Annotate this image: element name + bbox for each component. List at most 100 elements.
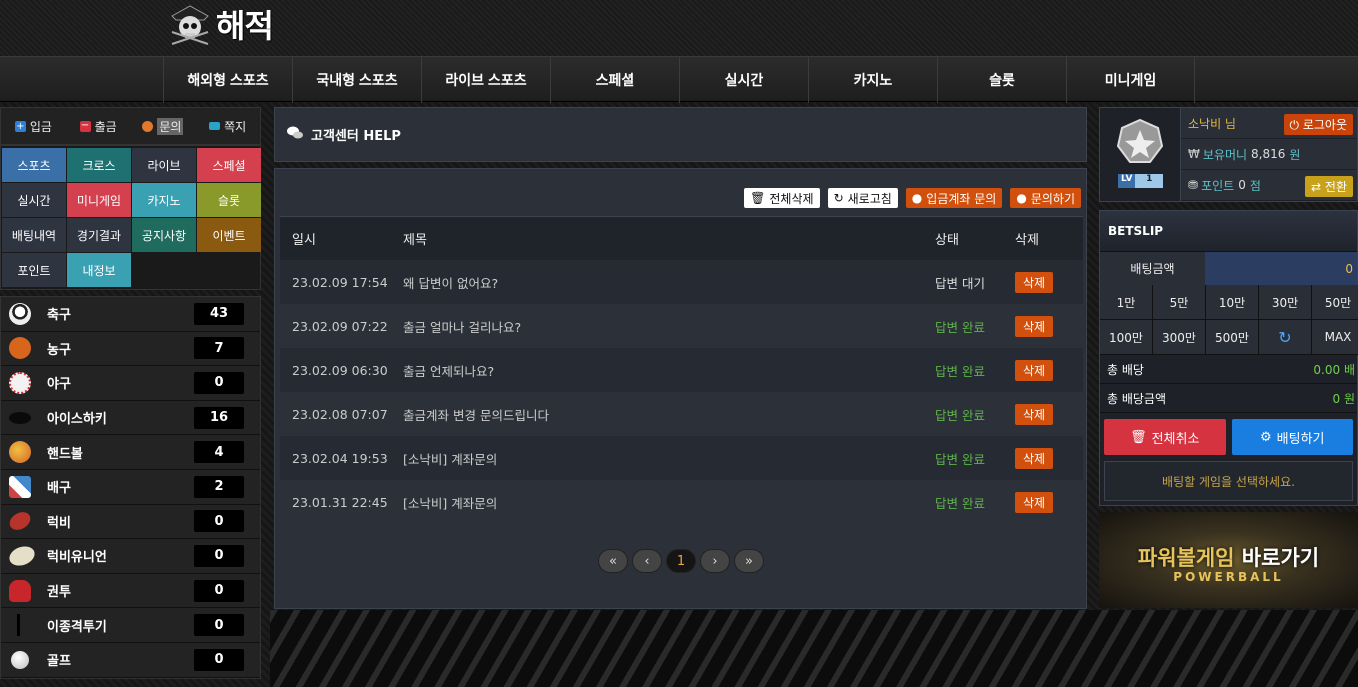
delete-all-button[interactable]: 🗑 전체삭제 <box>744 188 820 208</box>
logout-button[interactable]: ⏻ 로그아웃 <box>1283 114 1353 135</box>
table-row[interactable]: 23.02.09 17:54 왜 답변이 없어요? 답변 대기 삭제 <box>280 260 1083 304</box>
sport-item-handball[interactable]: 핸드볼 4 <box>1 435 260 470</box>
nav-realtime[interactable]: 실시간 <box>679 57 808 103</box>
nav-slot[interactable]: 슬롯 <box>937 57 1066 103</box>
row-status: 답변 완료 <box>935 363 985 379</box>
inquiry-link[interactable]: 문의 <box>131 108 196 144</box>
sport-item-rugby[interactable]: 럭비 0 <box>1 504 260 540</box>
reset-icon[interactable]: ↻ <box>1259 320 1312 355</box>
bet-amount-label: 배팅금액 <box>1100 252 1205 285</box>
menu-point[interactable]: 포인트 <box>2 253 66 287</box>
row-title[interactable]: 출금 얼마나 걸리나요? <box>391 317 923 336</box>
point-row: ⛃ 포인트 0 점 ⇄ 전환 <box>1181 170 1357 201</box>
menu-live[interactable]: 라이브 <box>132 148 196 182</box>
money-label: 보유머니 <box>1202 147 1248 162</box>
menu-event[interactable]: 이벤트 <box>197 218 261 252</box>
nav-minigame[interactable]: 미니게임 <box>1066 57 1195 103</box>
cancel-all-button[interactable]: 🗑 전체취소 <box>1104 419 1226 455</box>
refresh-label: 새로고침 <box>847 191 892 206</box>
chip-3m[interactable]: 300만 <box>1153 320 1206 355</box>
sport-item-boxing[interactable]: 권투 0 <box>1 573 260 609</box>
point-label: 포인트 <box>1201 178 1235 193</box>
chip-1m[interactable]: 100만 <box>1100 320 1153 355</box>
sport-item-baseball[interactable]: 야구 0 <box>1 366 260 401</box>
row-title[interactable]: 왜 답변이 없어요? <box>391 273 923 292</box>
table-row[interactable]: 23.02.08 07:07 출금계좌 변경 문의드립니다 답변 완료 삭제 <box>280 392 1083 436</box>
table-row[interactable]: 23.02.09 06:30 출금 언제되나요? 답변 완료 삭제 <box>280 348 1083 392</box>
menu-realtime[interactable]: 실시간 <box>2 183 66 217</box>
menu-minigame[interactable]: 미니게임 <box>67 183 131 217</box>
table-row[interactable]: 23.01.31 22:45 [소낙비] 계좌문의 답변 완료 삭제 <box>280 480 1083 524</box>
inquiry-toolbar: 🗑 전체삭제 ↻ 새로고침 ● 입금계좌 문의 ● 문의하기 <box>744 188 1081 208</box>
sport-item-golf[interactable]: 골프 0 <box>1 642 260 678</box>
prev-page-button[interactable]: ‹ <box>632 549 662 573</box>
chip-10k[interactable]: 1만 <box>1100 285 1153 320</box>
row-title[interactable]: 출금 언제되나요? <box>391 361 923 380</box>
row-status: 답변 완료 <box>935 407 985 423</box>
refresh-button[interactable]: ↻ 새로고침 <box>827 188 898 208</box>
chip-100k[interactable]: 10만 <box>1206 285 1259 320</box>
current-page-button[interactable]: 1 <box>666 549 696 573</box>
sport-item-basketball[interactable]: 농구 7 <box>1 331 260 367</box>
deposit-account-inquiry-button[interactable]: ● 입금계좌 문의 <box>905 188 1003 208</box>
gears-icon: ⚙ <box>1260 429 1272 445</box>
powerball-banner[interactable]: 파워볼게임 바로가기 POWERBALL <box>1099 512 1358 608</box>
row-delete-button[interactable]: 삭제 <box>1015 403 1054 425</box>
row-delete-button[interactable]: 삭제 <box>1015 447 1054 469</box>
row-title[interactable]: [소낙비] 계좌문의 <box>391 449 923 468</box>
last-page-button[interactable]: » <box>734 549 764 573</box>
menu-cross[interactable]: 크로스 <box>67 148 131 182</box>
menu-bet-history[interactable]: 배팅내역 <box>2 218 66 252</box>
chip-50k[interactable]: 5만 <box>1153 285 1206 320</box>
message-link[interactable]: 쪽지 <box>195 108 260 144</box>
nav-domestic-sports[interactable]: 국내형 스포츠 <box>292 57 421 103</box>
quick-menu: + 입금 − 출금 문의 쪽지 <box>0 107 261 145</box>
site-logo[interactable]: 해적 <box>168 2 274 46</box>
sport-item-volleyball[interactable]: 배구 2 <box>1 469 260 505</box>
sport-item-soccer[interactable]: 축구 43 <box>1 297 260 332</box>
menu-results[interactable]: 경기결과 <box>67 218 131 252</box>
inquire-button[interactable]: ● 문의하기 <box>1010 188 1081 208</box>
won-icon: ₩ <box>1188 147 1200 161</box>
sport-item-mma[interactable]: 이종격투기 0 <box>1 608 260 643</box>
deposit-link[interactable]: + 입금 <box>1 108 66 144</box>
row-delete-button[interactable]: 삭제 <box>1015 271 1054 293</box>
place-bet-button[interactable]: ⚙ 배팅하기 <box>1231 419 1353 455</box>
row-title[interactable]: 출금계좌 변경 문의드립니다 <box>391 405 923 424</box>
col-date-header: 일시 <box>292 233 316 248</box>
menu-casino[interactable]: 카지노 <box>132 183 196 217</box>
basketball-icon <box>9 337 31 360</box>
nav-special[interactable]: 스페셜 <box>550 57 679 103</box>
next-page-button[interactable]: › <box>700 549 730 573</box>
menu-special[interactable]: 스페셜 <box>197 148 261 182</box>
table-row[interactable]: 23.02.04 19:53 [소낙비] 계좌문의 답변 완료 삭제 <box>280 436 1083 480</box>
menu-sports[interactable]: 스포츠 <box>2 148 66 182</box>
deposit-label: 입금 <box>29 119 52 134</box>
chip-max[interactable]: MAX <box>1312 320 1358 355</box>
chip-300k[interactable]: 30만 <box>1259 285 1312 320</box>
menu-notice[interactable]: 공지사항 <box>132 218 196 252</box>
first-page-button[interactable]: « <box>598 549 628 573</box>
nav-live-sports[interactable]: 라이브 스포츠 <box>421 57 550 103</box>
row-delete-button[interactable]: 삭제 <box>1015 491 1054 513</box>
withdraw-link[interactable]: − 출금 <box>66 108 131 144</box>
inquiry-table: 일시 제목 상태 삭제 23.02.09 17:54 왜 답변이 없어요? 답변… <box>280 216 1083 524</box>
sport-item-rugby-union[interactable]: 럭비유니언 0 <box>1 539 260 574</box>
sport-item-icehockey[interactable]: 아이스하키 16 <box>1 400 260 436</box>
row-delete-button[interactable]: 삭제 <box>1015 359 1054 381</box>
convert-button[interactable]: ⇄ 전환 <box>1305 176 1353 197</box>
chip-500k[interactable]: 50만 <box>1312 285 1358 320</box>
nav-casino[interactable]: 카지노 <box>808 57 937 103</box>
row-title[interactable]: [소낙비] 계좌문의 <box>391 493 923 512</box>
chip-5m[interactable]: 500만 <box>1206 320 1259 355</box>
nav-overseas-sports[interactable]: 해외형 스포츠 <box>163 57 292 103</box>
betslip-empty-message: 배팅할 게임을 선택하세요. <box>1104 461 1353 501</box>
row-status: 답변 완료 <box>935 451 985 467</box>
row-delete-button[interactable]: 삭제 <box>1015 315 1054 337</box>
bet-amount-input[interactable]: 0 <box>1205 252 1357 285</box>
sport-count: 16 <box>194 406 244 429</box>
rugby-union-icon <box>6 543 38 569</box>
table-row[interactable]: 23.02.09 07:22 출금 얼마나 걸리나요? 답변 완료 삭제 <box>280 304 1083 348</box>
menu-my-info[interactable]: 내정보 <box>67 253 131 287</box>
menu-slot[interactable]: 슬롯 <box>197 183 261 217</box>
